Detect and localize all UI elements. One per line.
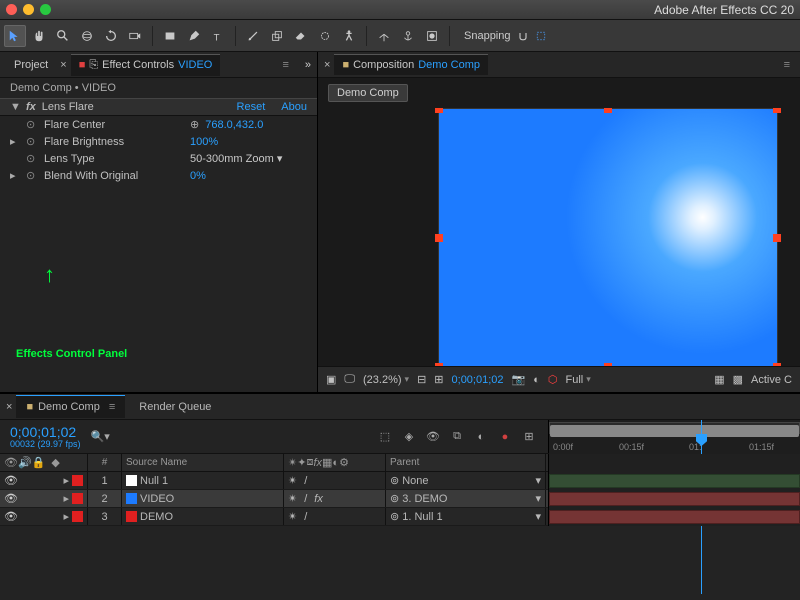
camera-tool[interactable] — [124, 25, 146, 47]
visibility-toggle[interactable]: 👁 — [4, 474, 18, 487]
app-title: Adobe After Effects CC 20 — [654, 3, 794, 17]
rotation-tool[interactable] — [100, 25, 122, 47]
rectangle-tool[interactable] — [159, 25, 181, 47]
brush-tool[interactable] — [242, 25, 264, 47]
type-tool[interactable]: T — [207, 25, 229, 47]
eye-header-icon: 👁 — [4, 456, 18, 469]
overflow-icon[interactable]: » — [305, 59, 311, 71]
clone-tool[interactable] — [266, 25, 288, 47]
pen-tool[interactable] — [183, 25, 205, 47]
selection-tool[interactable] — [4, 25, 26, 47]
anchor-tool[interactable] — [397, 25, 419, 47]
pickwhip-icon[interactable]: ⊚ — [390, 474, 399, 487]
tab-effect-controls[interactable]: ■ ⎘ Effect Controls VIDEO — [71, 54, 221, 76]
axis-tool[interactable] — [373, 25, 395, 47]
close-tab-icon[interactable]: × — [60, 59, 66, 71]
timeline-frameinfo: 00032 (29.97 fps) — [10, 439, 81, 449]
viewer-footer: ▣ 🖵 (23.2%) ⊟ ⊞ 0;00;01;02 📷 ◐ ⬡ Full ▦ … — [318, 366, 800, 392]
hand-tool[interactable] — [28, 25, 50, 47]
grid-icon[interactable]: ⊞ — [434, 373, 443, 386]
arrow-up-icon: ↑ — [44, 262, 55, 288]
annotation: ↑ Effects Control Panel — [16, 262, 127, 360]
about-button[interactable]: Abou — [281, 101, 307, 113]
speaker-header-icon: 🔊 — [18, 456, 32, 469]
titlebar: Adobe After Effects CC 20 — [0, 0, 800, 20]
panel-menu-icon[interactable]: ≡ — [278, 59, 292, 71]
visibility-toggle[interactable]: 👁 — [4, 510, 18, 523]
minimize-icon[interactable] — [23, 4, 34, 15]
viewer-timecode[interactable]: 0;00;01;02 — [452, 374, 504, 386]
display-icon[interactable]: 🖵 — [344, 373, 355, 386]
puppet-tool[interactable] — [338, 25, 360, 47]
time-ruler[interactable]: 0:00f 00:15f 01: 01:15f — [549, 420, 800, 454]
snapshot-icon[interactable]: 📷 — [512, 373, 526, 386]
layer-row[interactable]: 👁▸ 3 DEMO ✴/ ⊚ 1. Null 1▾ — [0, 508, 548, 526]
viewer-canvas[interactable] — [318, 108, 800, 366]
snapping-label: Snapping — [464, 30, 511, 42]
svg-text:T: T — [214, 32, 220, 43]
timeline-timecode[interactable]: 0;00;01;02 — [10, 425, 81, 439]
param-flare-center[interactable]: ⊙ Flare Center ⊕ 768.0,432.0 — [0, 116, 317, 133]
window-controls — [6, 4, 51, 15]
snapping-toggle[interactable]: Snapping — [464, 30, 547, 42]
panel-menu-icon[interactable]: ≡ — [780, 59, 794, 71]
layer-row[interactable]: 👁▸ 1 Null 1 ✴/ ⊚ None▾ — [0, 472, 548, 490]
timeline-panel: × ■ Demo Comp ≡ Render Queue 0;00;01;02 … — [0, 392, 800, 600]
composition-panel: × ■ Composition Demo Comp ≡ Demo Comp ▣ … — [318, 52, 800, 392]
track-area[interactable] — [548, 454, 800, 526]
toolbar: T Snapping — [0, 20, 800, 52]
reset-button[interactable]: Reset — [237, 101, 266, 113]
effect-breadcrumb: Demo Comp • VIDEO — [0, 78, 317, 98]
close-tab-icon[interactable]: × — [324, 59, 330, 71]
tab-render-queue[interactable]: Render Queue — [129, 396, 221, 418]
orbit-tool[interactable] — [76, 25, 98, 47]
brainstorm-icon[interactable]: ● — [496, 428, 514, 446]
pickwhip-icon[interactable]: ⊚ — [390, 510, 399, 523]
column-headers: 👁 🔊 🔒 ◆ # Source Name ✴✦⧈fx▦◐⚙ Parent — [0, 454, 548, 472]
mask-tool[interactable] — [421, 25, 443, 47]
pickwhip-icon[interactable]: ⊚ — [390, 492, 399, 505]
search-icon[interactable]: 🔍▾ — [91, 430, 110, 443]
param-blend[interactable]: ▸⊙ Blend With Original 0% — [0, 167, 317, 184]
graph-editor-icon[interactable]: ⊞ — [520, 428, 538, 446]
view1-icon[interactable]: ▦ — [714, 373, 724, 386]
param-lens-type[interactable]: ⊙ Lens Type 50-300mm Zoom ▾ — [0, 150, 317, 167]
render-icon[interactable]: ▣ — [326, 373, 336, 386]
view2-icon[interactable]: ▩ — [733, 373, 743, 386]
resolution-dropdown[interactable]: Full — [565, 374, 590, 386]
layer-row[interactable]: 👁▸ 2 VIDEO ✴/fx ⊚ 3. DEMO▾ — [0, 490, 548, 508]
close-tab-icon[interactable]: × — [6, 401, 12, 413]
tab-project[interactable]: Project — [6, 55, 56, 75]
lock-header-icon: 🔒 — [32, 456, 46, 469]
visibility-toggle[interactable]: 👁 — [4, 492, 18, 505]
view-mode[interactable]: Active C — [751, 374, 792, 386]
comp-flowchart-icon[interactable]: ⬚ — [376, 428, 394, 446]
color-mgmt-icon[interactable]: ⬡ — [548, 373, 558, 386]
draft3d-icon[interactable]: ◈ — [400, 428, 418, 446]
channels-icon[interactable]: ◐ — [533, 374, 540, 386]
motion-blur-icon[interactable]: ◐ — [472, 428, 490, 446]
zoom-tool[interactable] — [52, 25, 74, 47]
tab-timeline-comp[interactable]: ■ Demo Comp ≡ — [16, 395, 125, 418]
tab-composition[interactable]: ■ Composition Demo Comp — [334, 54, 488, 75]
effect-controls-panel: Project × ■ ⎘ Effect Controls VIDEO ≡ » … — [0, 52, 318, 392]
maximize-icon[interactable] — [40, 4, 51, 15]
frame-blend-icon[interactable]: ⧉ — [448, 428, 466, 446]
resolution-icon[interactable]: ⊟ — [417, 373, 426, 386]
zoom-dropdown[interactable]: (23.2%) — [363, 374, 409, 386]
roto-tool[interactable] — [314, 25, 336, 47]
effect-header[interactable]: ▼ fx Lens Flare Reset Abou — [0, 98, 317, 116]
comp-breadcrumb[interactable]: Demo Comp — [328, 84, 408, 102]
close-icon[interactable] — [6, 4, 17, 15]
param-flare-brightness[interactable]: ▸⊙ Flare Brightness 100% — [0, 133, 317, 150]
eraser-tool[interactable] — [290, 25, 312, 47]
shy-icon[interactable]: 👁 — [424, 428, 442, 446]
